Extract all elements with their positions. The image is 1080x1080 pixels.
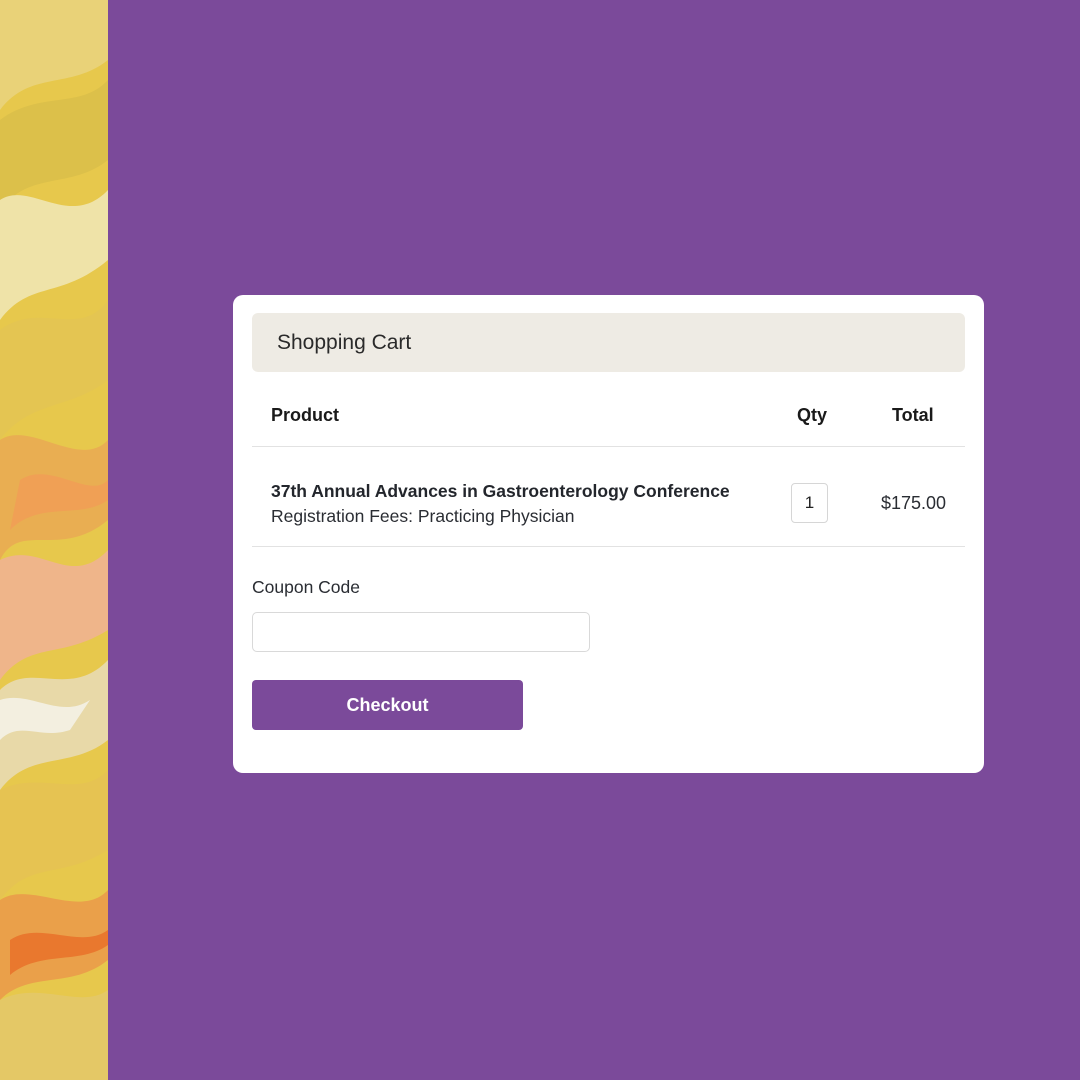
quantity-field[interactable]: 1 bbox=[791, 483, 828, 523]
column-header-total: Total bbox=[892, 405, 934, 425]
coupon-code-input[interactable] bbox=[252, 612, 590, 652]
column-header-product: Product bbox=[271, 405, 340, 425]
table-divider bbox=[252, 546, 965, 547]
checkout-button[interactable]: Checkout bbox=[252, 680, 523, 730]
line-item-total: $175.00 bbox=[881, 493, 947, 513]
table-divider bbox=[252, 446, 965, 447]
cart-header: Shopping Cart bbox=[252, 313, 965, 372]
decorative-painting bbox=[0, 0, 108, 1080]
shopping-cart-panel: Shopping Cart Product Qty Total 37th Ann… bbox=[233, 295, 984, 773]
column-header-qty: Qty bbox=[797, 405, 828, 425]
product-name: 37th Annual Advances in Gastroenterology… bbox=[271, 481, 730, 501]
cart-title: Shopping Cart bbox=[277, 331, 412, 354]
product-variant: Registration Fees: Practicing Physician bbox=[271, 506, 575, 526]
coupon-code-label: Coupon Code bbox=[252, 577, 360, 597]
